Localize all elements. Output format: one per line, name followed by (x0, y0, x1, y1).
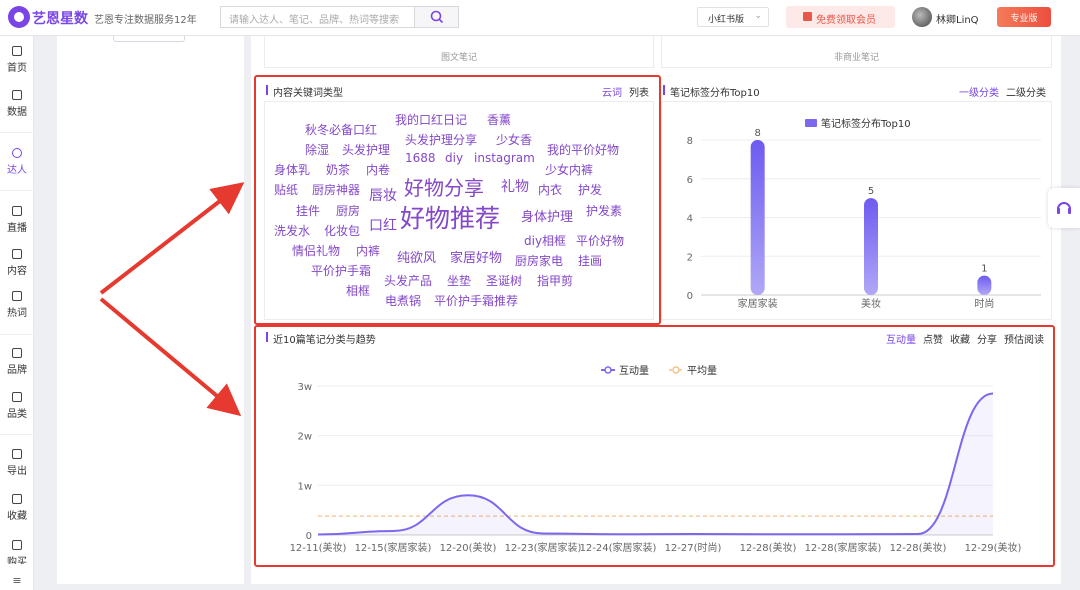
sidebar-item-categories[interactable]: 品类 (0, 392, 34, 420)
highlight-box-keywords (254, 75, 661, 325)
sidebar-item-live[interactable]: 直播 (0, 206, 34, 234)
sidebar-item-creators[interactable]: 达人 (0, 148, 34, 176)
trend-icon (12, 291, 22, 301)
version-label: 小红书版 (708, 15, 745, 25)
avatar[interactable] (912, 7, 932, 27)
bar[interactable] (977, 275, 992, 295)
sidebar-item-label: 收藏 (7, 511, 27, 522)
annotation-arrows (99, 182, 245, 417)
tab-level2[interactable]: 二级分类 (1006, 88, 1046, 99)
legend-swatch (805, 119, 817, 127)
bar-chart: 笔记标签分布Top10 0 2 4 6 8 8 家居家装 5 美妆 1 时尚 (687, 117, 1041, 310)
sidebar-item-label: 品牌 (7, 365, 27, 376)
logo-text[interactable]: 艺恩星数 (32, 8, 88, 28)
sidebar-item-export[interactable]: 导出 (0, 449, 34, 477)
play-icon (12, 206, 22, 216)
top-bar: 艺恩星数 艺恩专注数据服务12年 请输入达人、笔记、品牌、热词等搜索 小红书版 ⌄… (0, 0, 1080, 36)
left-panel-tab[interactable] (113, 36, 185, 42)
tag-tabs: 一级分类 二级分类 (952, 84, 1046, 99)
star-icon (12, 494, 22, 504)
chevron-down-icon: ⌄ (754, 11, 762, 21)
slogan: 艺恩专注数据服务12年 (94, 15, 197, 26)
version-select[interactable]: 小红书版 ⌄ (697, 7, 769, 27)
logo-icon[interactable] (8, 6, 30, 28)
bar[interactable] (750, 140, 765, 295)
y-tick-label: 2 (687, 252, 693, 263)
tag-panel-title: 笔记标签分布Top10 (663, 84, 760, 99)
sidebar-item-label: 达人 (7, 165, 27, 176)
customer-service-button[interactable] (1048, 188, 1080, 228)
sidebar-item-content[interactable]: 内容 (0, 249, 34, 277)
sidebar-item-label: 首页 (7, 63, 27, 74)
sidebar-item-label: 导出 (7, 466, 27, 477)
headset-icon (1057, 202, 1071, 214)
search-icon (430, 10, 444, 24)
image-notes-card: 图文笔记 (264, 36, 654, 68)
y-tick-label: 8 (687, 136, 693, 147)
free-member-button[interactable]: 免费领取会员 (786, 6, 895, 28)
sidebar-item-data[interactable]: 数据 (0, 90, 34, 118)
sidebar-item-label: 内容 (7, 266, 27, 277)
sidebar-item-home[interactable]: 首页 (0, 46, 34, 74)
monitor-icon (12, 46, 22, 56)
bar-value-label: 5 (868, 186, 874, 197)
tab-level1[interactable]: 一级分类 (959, 88, 999, 99)
search-input[interactable]: 请输入达人、笔记、品牌、热词等搜索 (220, 6, 414, 28)
free-member-label: 免费领取会员 (816, 15, 876, 26)
bar-chart-icon (12, 90, 22, 100)
username[interactable]: 林卿LinQ (936, 11, 979, 26)
export-icon (12, 449, 22, 459)
sidebar-item-purchase[interactable]: 购买 (0, 540, 34, 564)
divider (0, 334, 34, 335)
divider (0, 132, 34, 133)
bar-value-label: 8 (754, 128, 760, 139)
divider (0, 434, 34, 435)
sidebar: 首页 数据 达人 直播 内容 热词 品牌 品类 导出 收藏 购买 ≡ (0, 36, 34, 590)
box-icon (12, 392, 22, 402)
sidebar-item-label: 直播 (7, 223, 27, 234)
bar-value-label: 1 (981, 264, 987, 275)
x-tick-label: 美妆 (861, 297, 881, 310)
sidebar-item-label: 品类 (7, 409, 27, 420)
divider (0, 190, 34, 191)
cart-icon (12, 540, 22, 550)
sidebar-item-label: 购买 (7, 557, 27, 564)
card-label: 非商业笔记 (833, 53, 879, 63)
diamond-icon (12, 348, 22, 358)
pro-button[interactable]: 专业版 (997, 7, 1051, 27)
gift-icon (803, 12, 812, 21)
x-tick-label: 时尚 (974, 297, 994, 310)
highlight-box-trend (254, 325, 1055, 567)
sidebar-item-label: 热词 (7, 308, 27, 319)
person-icon (12, 148, 22, 158)
arrow-to-trend (99, 297, 242, 417)
sidebar-item-hotwords[interactable]: 热词 (0, 291, 34, 319)
card-label: 图文笔记 (440, 53, 477, 63)
document-icon (12, 249, 22, 259)
sidebar-item-favorites[interactable]: 收藏 (0, 494, 34, 522)
y-tick-label: 6 (687, 175, 693, 186)
sidebar-item-brands[interactable]: 品牌 (0, 348, 34, 376)
sidebar-item-label: 数据 (7, 107, 27, 118)
bar[interactable] (864, 198, 878, 295)
x-tick-label: 家居家装 (738, 297, 778, 310)
list-icon[interactable]: ≡ (0, 574, 34, 587)
non-commercial-notes-card: 非商业笔记 (661, 36, 1052, 68)
y-tick-label: 4 (687, 214, 693, 225)
search-button[interactable] (414, 6, 459, 28)
y-tick-label: 0 (687, 291, 693, 302)
legend-label: 笔记标签分布Top10 (821, 117, 911, 130)
arrow-to-keywords (99, 182, 245, 295)
